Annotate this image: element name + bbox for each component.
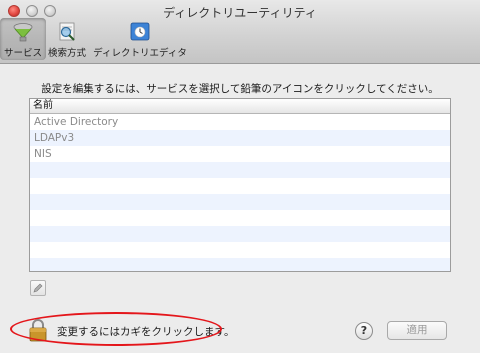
toolbar-item-directory-editor[interactable]: ディレクトリエディタ [92,21,188,59]
help-button[interactable]: ? [355,322,373,340]
services-table: 名前 Active Directory LDAPv3 NIS [29,98,451,272]
directory-utility-window: ディレクトリユーティリティ サービス 検索方式 ディレクトリエディタ 設定を編集… [0,0,480,353]
empty-row [30,226,450,242]
toolbar-label-search-policy: 検索方式 [48,48,87,59]
table-row[interactable]: Active Directory [30,114,450,130]
search-policy-icon [59,22,75,41]
table-row[interactable]: NIS [30,146,450,162]
empty-row [30,258,450,271]
directory-editor-icon [130,22,150,41]
instruction-text: 設定を編集するには、サービスを選択して鉛筆のアイコンをクリックしてください。 [41,83,439,95]
annotation-oval [10,312,222,346]
window-title: ディレクトリユーティリティ [163,6,317,20]
empty-row [30,194,450,210]
table-row[interactable]: LDAPv3 [30,130,450,146]
title-bar: ディレクトリユーティリティ サービス 検索方式 ディレクトリエディタ [0,0,480,64]
pencil-icon [33,283,43,293]
empty-row [30,242,450,258]
empty-row [30,162,450,178]
toolbar-label-directory-editor: ディレクトリエディタ [93,48,187,59]
table-header-name[interactable]: 名前 [30,99,450,114]
edit-service-button[interactable] [30,280,46,296]
toolbar-item-search-policy[interactable]: 検索方式 [48,21,86,59]
services-icon [13,23,33,42]
apply-button[interactable]: 適用 [387,321,447,340]
empty-row [30,210,450,226]
empty-row [30,178,450,194]
toolbar-item-services[interactable]: サービス [0,18,46,60]
toolbar-label-services: サービス [3,48,42,59]
